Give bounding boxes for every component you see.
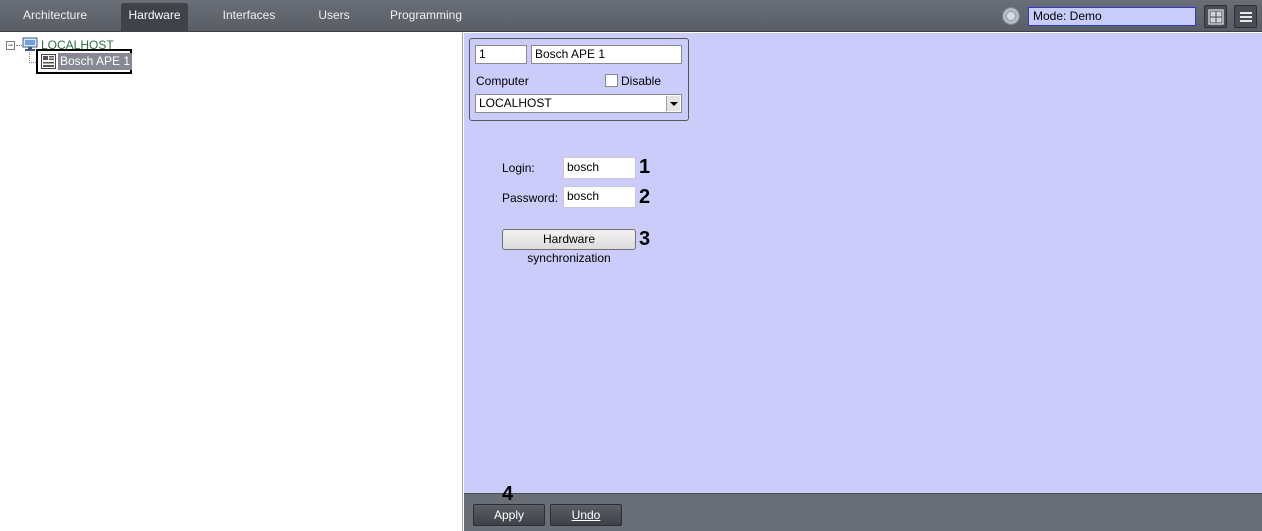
collapse-icon[interactable]: −: [6, 41, 15, 50]
menu-button[interactable]: [1234, 5, 1257, 28]
hardware-tree-panel: − LOCALHOST Bosch APE 1: [0, 33, 463, 531]
undo-button-label: Undo: [571, 508, 601, 522]
computer-select-value: LOCALHOST: [479, 96, 552, 110]
login-label: Login:: [502, 161, 535, 175]
tree-node-bosch-ape-label: Bosch APE 1: [58, 53, 133, 70]
callout-2: 2: [639, 186, 651, 208]
object-id-field[interactable]: 1: [475, 45, 527, 64]
tab-users[interactable]: Users: [310, 0, 358, 32]
disable-checkbox[interactable]: [605, 74, 618, 87]
callout-3: 3: [639, 228, 651, 250]
access-device-icon: [41, 54, 56, 69]
top-navigation-bar: Architecture Hardware Interfaces Users P…: [0, 0, 1262, 32]
tab-hardware[interactable]: Hardware: [121, 3, 188, 32]
layout-grid-button[interactable]: [1204, 5, 1227, 28]
apply-button[interactable]: Apply: [473, 504, 545, 526]
computer-select[interactable]: LOCALHOST: [475, 94, 682, 113]
disable-label: Disable: [621, 74, 662, 88]
callout-1: 1: [639, 156, 651, 178]
callout-4: 4: [502, 483, 514, 505]
dropdown-arrow-icon[interactable]: [666, 96, 680, 111]
tree-node-bosch-ape[interactable]: Bosch APE 1: [36, 49, 133, 74]
mode-gear-icon[interactable]: [1002, 7, 1020, 25]
computer-label: Computer: [476, 74, 529, 88]
password-field[interactable]: bosch: [563, 186, 636, 208]
mode-selector[interactable]: Mode: Demo: [1028, 7, 1196, 26]
password-label: Password:: [502, 191, 559, 205]
tab-programming[interactable]: Programming: [386, 0, 466, 32]
tab-architecture[interactable]: Architecture: [15, 0, 95, 32]
grid-icon: [1208, 9, 1224, 25]
object-properties-group: 1 Bosch APE 1 Computer Disable LOCALHOST: [469, 38, 689, 121]
hardware-sync-button[interactable]: Hardware synchronization: [502, 229, 636, 265]
hamburger-menu-icon: [1240, 12, 1252, 22]
object-name-field[interactable]: Bosch APE 1: [531, 45, 682, 64]
login-field[interactable]: bosch: [563, 157, 636, 179]
action-bar: 4 Apply Undo: [464, 483, 1262, 531]
tab-interfaces[interactable]: Interfaces: [216, 0, 282, 32]
undo-button[interactable]: Undo: [550, 504, 622, 526]
settings-panel: 1 Bosch APE 1 Computer Disable LOCALHOST…: [464, 33, 1262, 493]
